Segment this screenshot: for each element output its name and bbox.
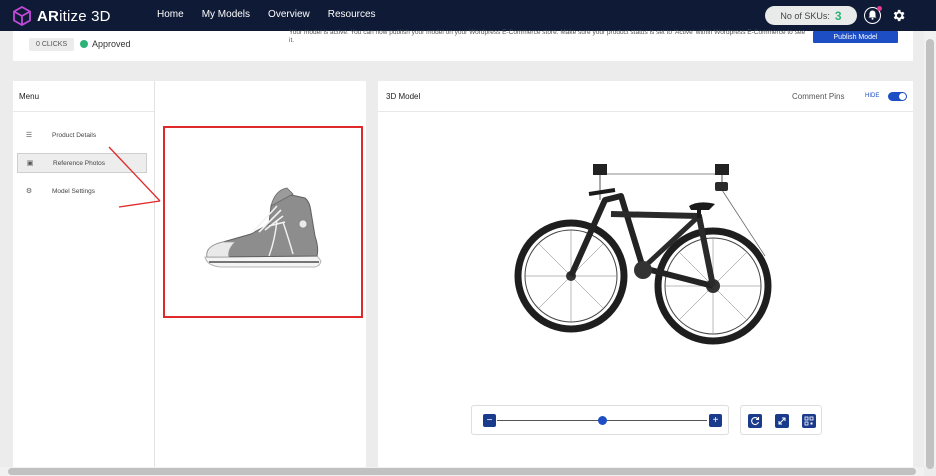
reference-photo-highlight[interactable] [163, 126, 363, 318]
divider [378, 111, 913, 112]
zoom-slider-handle[interactable] [597, 416, 607, 425]
settings-icon: ⚙ [25, 188, 33, 195]
nav-my-models[interactable]: My Models [202, 9, 250, 20]
vertical-scrollbar[interactable] [924, 31, 936, 469]
menu-item-label: Reference Photos [53, 159, 106, 167]
nav-overview[interactable]: Overview [268, 9, 310, 20]
qr-code-button[interactable] [802, 414, 816, 428]
sku-label: No of SKUs: [780, 10, 830, 21]
nav-home[interactable]: Home [157, 9, 184, 20]
publish-notice: Your model is active. You can now publis… [289, 29, 806, 44]
notifications-button[interactable] [864, 6, 882, 24]
clicks-badge: 0 CLICKS [29, 38, 75, 51]
list-icon: ☰ [25, 132, 33, 139]
editor-left-panel: Menu ☰ Product Details ▣ Reference Photo… [13, 81, 366, 467]
model-status-card: 0 CLICKS Approved Your model is active. … [13, 29, 913, 61]
publish-model-button[interactable]: Publish Model [813, 31, 898, 43]
hide-label: HIDE [865, 93, 880, 99]
gear-icon[interactable] [891, 8, 906, 23]
nav-resources[interactable]: Resources [328, 9, 376, 20]
check-circle-icon [80, 40, 88, 48]
approved-status: Approved [80, 39, 131, 49]
scrollbar-thumb[interactable] [926, 39, 934, 469]
top-navbar: ARitize 3D Home My Models Overview Resou… [0, 0, 936, 31]
scrollbar-thumb[interactable] [8, 468, 916, 475]
zoom-in-button[interactable]: + [709, 414, 722, 427]
sku-counter: No of SKUs: 3 [765, 6, 857, 25]
refresh-icon [751, 416, 760, 426]
menu-title: Menu [19, 92, 40, 101]
brand-name: ARitize 3D [37, 7, 111, 25]
expand-icon [778, 417, 786, 425]
divider [13, 111, 154, 112]
viewer-tools [740, 405, 822, 435]
zoom-out-button[interactable]: − [483, 414, 496, 427]
menu-item-label: Model Settings [52, 187, 95, 195]
zoom-control: − + [471, 405, 729, 435]
horizontal-scrollbar[interactable] [0, 467, 924, 476]
model-viewer-panel: 3D Model Comment Pins HIDE − + [378, 81, 913, 467]
fullscreen-button[interactable] [775, 414, 789, 428]
bell-icon [868, 10, 877, 20]
menu-item-label: Product Details [52, 131, 97, 139]
approved-label: Approved [92, 39, 131, 49]
viewer-title: 3D Model [386, 92, 421, 101]
brand-logo[interactable]: ARitize 3D [12, 6, 111, 26]
bicycle-3d-model[interactable] [503, 156, 793, 356]
image-icon: ▣ [26, 160, 34, 167]
sku-count: 3 [834, 8, 842, 23]
main-nav: Home My Models Overview Resources [157, 9, 376, 20]
comment-pins-toggle[interactable] [888, 92, 907, 101]
side-menu: Menu ☰ Product Details ▣ Reference Photo… [13, 81, 155, 467]
cube-logo-icon [13, 6, 31, 26]
rotate-button[interactable] [748, 414, 762, 428]
qr-code-icon [804, 416, 814, 426]
comment-pins-label: Comment Pins [792, 92, 845, 101]
sneaker-image [204, 187, 322, 268]
